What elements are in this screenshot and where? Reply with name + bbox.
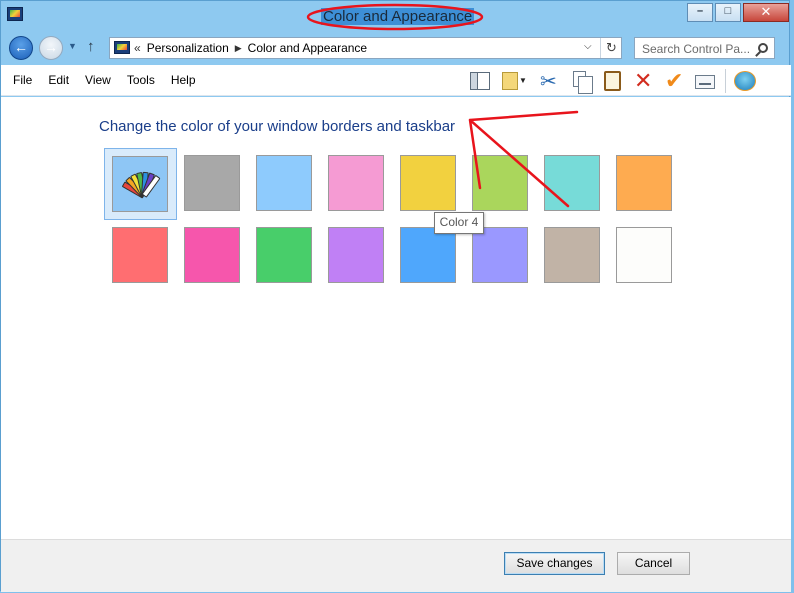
color-swatch[interactable]: [327, 154, 385, 212]
color-swatch-fill: [328, 155, 384, 211]
breadcrumb-color-and-appearance[interactable]: Color and Appearance: [248, 41, 367, 55]
minimize-button[interactable]: –: [687, 3, 713, 22]
color-swatch-fill: [472, 227, 528, 283]
color-swatch[interactable]: [255, 154, 313, 212]
address-bar[interactable]: « Personalization ▶ Color and Appearance…: [109, 37, 622, 59]
color-swatch[interactable]: [543, 154, 601, 212]
color-swatch-fill: [184, 155, 240, 211]
caption-buttons: – □ ✕: [687, 3, 789, 22]
paste-icon: [604, 71, 621, 91]
color-swatch[interactable]: [255, 226, 313, 284]
color-swatch[interactable]: [104, 148, 177, 220]
save-changes-button[interactable]: Save changes: [504, 552, 605, 575]
color-swatch-fill: [400, 155, 456, 211]
menu-items: File Edit View Tools Help: [5, 73, 204, 87]
check-button[interactable]: ✔: [661, 68, 687, 93]
color-swatch-fill: [112, 156, 168, 212]
preview-pane-icon: [470, 72, 490, 90]
title-bar[interactable]: Color and Appearance – □ ✕: [1, 1, 791, 31]
color-swatch-fill: [256, 155, 312, 211]
control-panel-icon: [114, 41, 130, 54]
color-swatch-fill: [400, 227, 456, 283]
menu-tools[interactable]: Tools: [119, 73, 163, 87]
chevron-right-icon[interactable]: ▶: [235, 43, 242, 54]
preview-pane-button[interactable]: [467, 69, 493, 93]
color-swatch[interactable]: [399, 154, 457, 212]
close-icon: ✕: [760, 4, 772, 19]
color-swatch-fill: [184, 227, 240, 283]
control-panel-icon: [7, 7, 23, 21]
color-swatch[interactable]: [111, 226, 169, 284]
copy-icon: [573, 71, 593, 94]
color-swatch[interactable]: [471, 226, 529, 284]
breadcrumb-overflow[interactable]: «: [134, 41, 141, 55]
refresh-icon[interactable]: ↻: [600, 38, 622, 58]
color-swatch-fill: [544, 227, 600, 283]
footer-bar: Save changes Cancel: [1, 539, 791, 592]
theme-button[interactable]: [732, 69, 758, 93]
maximize-icon: □: [724, 5, 732, 17]
delete-icon: ✕: [634, 68, 653, 93]
paste-button[interactable]: [599, 69, 625, 93]
breadcrumb: « Personalization ▶ Color and Appearance: [134, 41, 367, 55]
menu-edit[interactable]: Edit: [40, 73, 77, 87]
check-icon: ✔: [665, 68, 684, 93]
color-swatch[interactable]: [399, 226, 457, 284]
forward-button[interactable]: →: [39, 36, 63, 60]
organize-icon: [502, 72, 518, 90]
color-swatch[interactable]: [543, 226, 601, 284]
color-swatch-fill: [616, 227, 672, 283]
toolbar: ▼ ✂ ✕ ✔: [467, 68, 763, 94]
properties-icon: [695, 75, 715, 89]
color-tooltip: Color 4: [434, 212, 484, 234]
menu-help[interactable]: Help: [163, 73, 204, 87]
up-button[interactable]: ↑: [87, 38, 95, 55]
search-placeholder: Search Control Pa...: [642, 42, 751, 56]
color-swatch-fill: [616, 155, 672, 211]
color-swatch[interactable]: [327, 226, 385, 284]
cut-icon: ✂: [540, 71, 557, 93]
control-panel-window: Color and Appearance – □ ✕ ← → ▼ ↑ « Per…: [0, 0, 791, 592]
address-history-chevron-down-icon[interactable]: ⌵: [584, 41, 592, 52]
search-icon[interactable]: [758, 43, 768, 53]
color-palette-icon: [121, 170, 161, 199]
color-swatch-fill: [328, 227, 384, 283]
copy-button[interactable]: [568, 69, 594, 94]
page-heading: Change the color of your window borders …: [99, 118, 456, 135]
color-swatch-fill: [256, 227, 312, 283]
menu-file[interactable]: File: [5, 73, 40, 87]
recent-locations-chevron-down-icon[interactable]: ▼: [68, 41, 77, 51]
menu-view[interactable]: View: [77, 73, 119, 87]
organize-button[interactable]: ▼: [498, 69, 532, 93]
properties-button[interactable]: [692, 69, 718, 93]
delete-button[interactable]: ✕: [630, 68, 656, 93]
window-title: Color and Appearance: [321, 8, 475, 25]
theme-icon: [734, 71, 756, 91]
cancel-button[interactable]: Cancel: [617, 552, 690, 575]
color-swatch[interactable]: [471, 154, 529, 212]
chevron-down-icon: ▼: [519, 76, 527, 85]
menu-bar: File Edit View Tools Help ▼ ✂ ✕ ✔: [1, 65, 791, 96]
main-content: Change the color of your window borders …: [1, 97, 791, 539]
minimize-icon: –: [696, 5, 704, 17]
color-swatch[interactable]: [615, 154, 673, 212]
close-button[interactable]: ✕: [743, 3, 789, 22]
color-swatch-fill: [472, 155, 528, 211]
color-swatch[interactable]: [183, 226, 241, 284]
navigation-bar: ← → ▼ ↑ « Personalization ▶ Color and Ap…: [1, 33, 791, 63]
toolbar-divider: [725, 69, 726, 93]
cut-button[interactable]: ✂: [537, 69, 563, 93]
search-input[interactable]: Search Control Pa...: [634, 37, 775, 59]
color-swatch-fill: [544, 155, 600, 211]
color-swatch[interactable]: [183, 154, 241, 212]
color-swatch[interactable]: [615, 226, 673, 284]
breadcrumb-personalization[interactable]: Personalization: [147, 41, 229, 55]
color-swatch-fill: [112, 227, 168, 283]
back-button[interactable]: ←: [9, 36, 33, 60]
maximize-button[interactable]: □: [715, 3, 741, 22]
